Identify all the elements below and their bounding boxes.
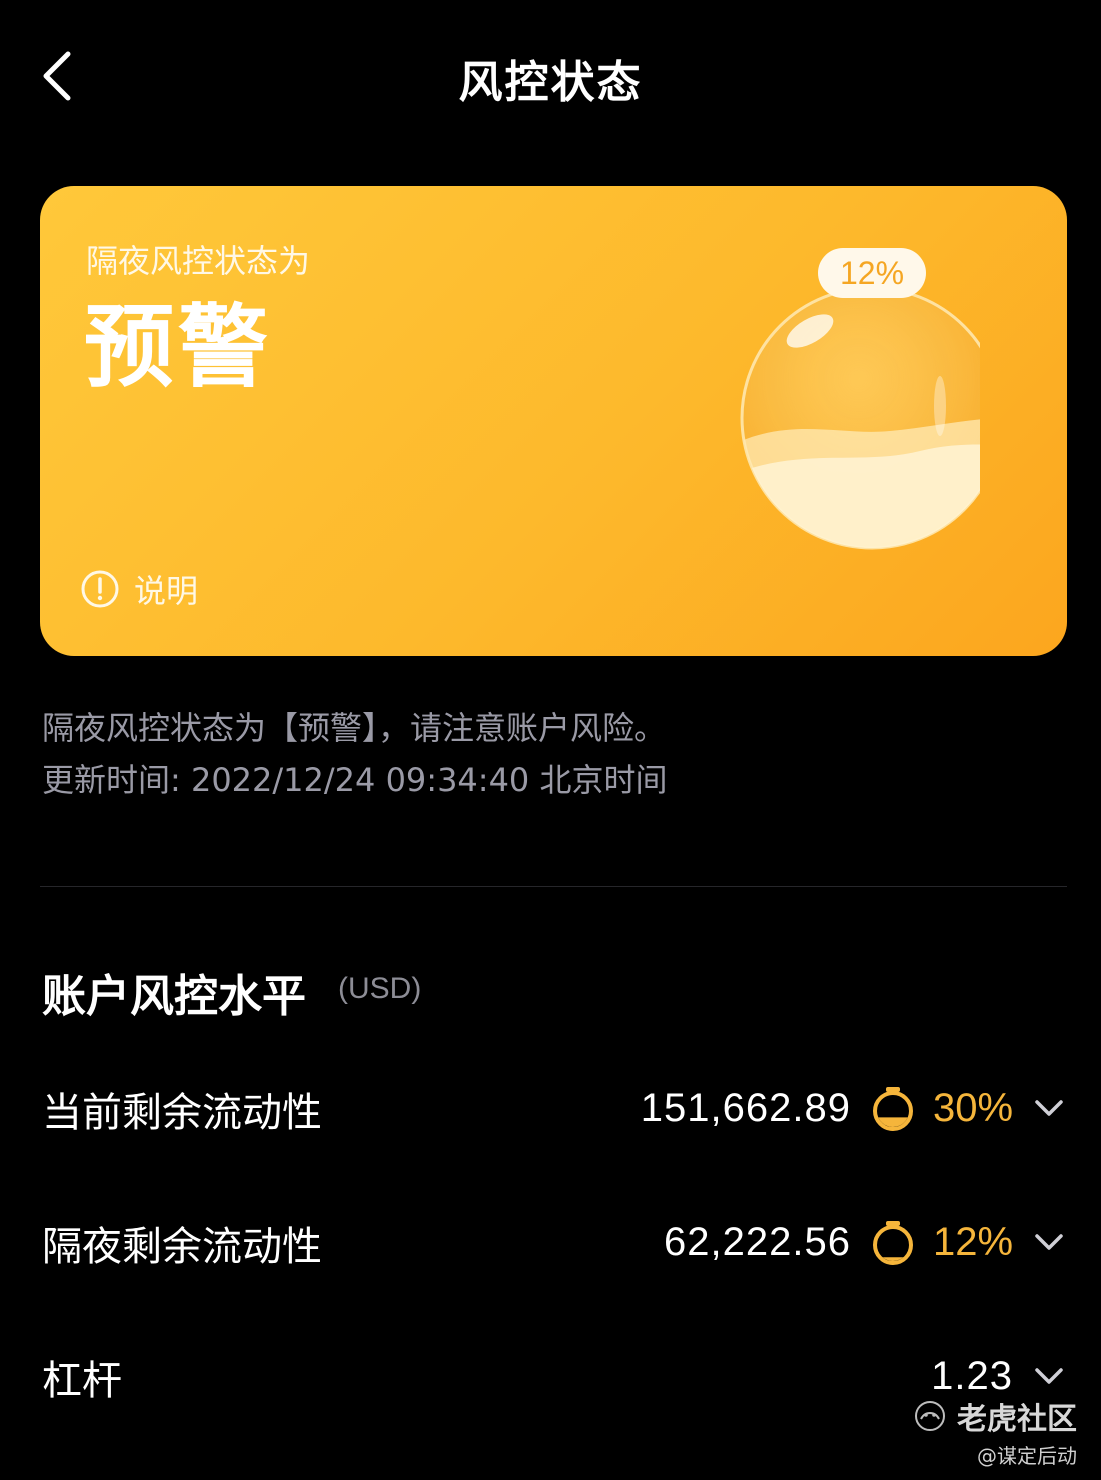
row-label: 杠杆 [42,1358,122,1404]
watermark-author: @谋定后动 [977,1444,1077,1468]
stopwatch-icon [873,1221,913,1265]
notice-line-status: 隔夜风控状态为【预警】，请注意账户风险。 [42,709,667,747]
status-label: 隔夜风控状态为 [86,242,311,280]
row-overnight-liquidity[interactable]: 隔夜剩余流动性 62,222.56 12% [40,1202,1067,1282]
risk-status-card: 隔夜风控状态为 预警 12% 说明 [40,186,1067,656]
row-current-liquidity[interactable]: 当前剩余流动性 151,662.89 30% [40,1068,1067,1148]
row-value: 1.23 [931,1353,1013,1398]
notice-line-updated: 更新时间: 2022/12/24 09:34:40 北京时间 [42,761,668,799]
chevron-down-icon[interactable] [1031,1090,1067,1126]
exclamation-circle-icon [81,570,119,608]
watermark-text: 老虎社区 [957,1402,1077,1437]
row-percent: 12% [933,1219,1014,1264]
risk-notice: 隔夜风控状态为【预警】，请注意账户风险。 更新时间: 2022/12/24 09… [42,702,667,806]
help-link[interactable]: 说明 [80,566,198,612]
nav-bar: 风控状态 [0,0,1101,150]
section-title: 账户风控水平 [42,971,306,1022]
row-label: 当前剩余流动性 [42,1090,322,1136]
risk-level-badge: 12% [818,248,926,298]
tiger-logo-icon [915,1401,945,1431]
chevron-down-icon[interactable] [1031,1224,1067,1260]
section-unit: (USD) [338,972,422,1005]
page-title: 风控状态 [458,57,643,108]
help-label: 说明 [134,572,199,610]
row-label: 隔夜剩余流动性 [42,1224,322,1270]
row-value: 62,222.56 [664,1219,851,1264]
watermark: 老虎社区 [913,1394,1077,1438]
risk-level-bubble: 12% [690,246,1004,566]
chevron-down-icon[interactable] [1031,1358,1067,1394]
row-value: 151,662.89 [640,1085,851,1130]
divider [40,886,1067,887]
stopwatch-icon [873,1087,913,1131]
status-value: 预警 [84,295,272,400]
row-percent: 30% [933,1085,1014,1130]
